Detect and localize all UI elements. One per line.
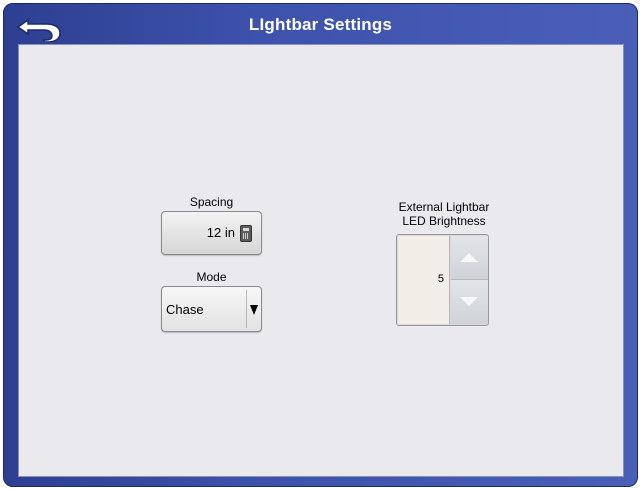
spacing-value: 12 in: [206, 225, 235, 240]
down-arrow-icon: [460, 297, 478, 306]
led-brightness-value-field: 5: [398, 236, 450, 324]
spacing-label: Spacing: [189, 195, 234, 209]
led-brightness-label-line2: LED Brightness: [402, 214, 486, 228]
dropdown-divider: [246, 290, 247, 328]
mode-dropdown[interactable]: Chase: [161, 286, 262, 332]
mode-selected-value: Chase: [166, 302, 204, 317]
settings-panel: Spacing 12 in Mode Chase External Lightb…: [18, 44, 624, 477]
calculator-icon: [240, 225, 252, 242]
back-arrow-icon: [16, 18, 61, 43]
led-brightness-value: 5: [437, 273, 444, 285]
mode-label: Mode: [196, 270, 227, 284]
back-button[interactable]: [16, 16, 64, 43]
up-arrow-icon: [460, 253, 478, 262]
spacing-button[interactable]: 12 in: [161, 211, 262, 255]
led-brightness-stepper: 5: [396, 234, 489, 326]
page-title: LIghtbar Settings: [248, 15, 393, 34]
title-bar: LIghtbar Settings: [3, 3, 638, 47]
dropdown-arrow-icon: [250, 305, 258, 315]
led-brightness-label-line1: External Lightbar: [398, 200, 490, 214]
decrease-button[interactable]: [451, 280, 488, 324]
increase-button[interactable]: [451, 236, 488, 280]
settings-window: LIghtbar Settings Spacing 12 in Mode Cha…: [3, 3, 638, 487]
